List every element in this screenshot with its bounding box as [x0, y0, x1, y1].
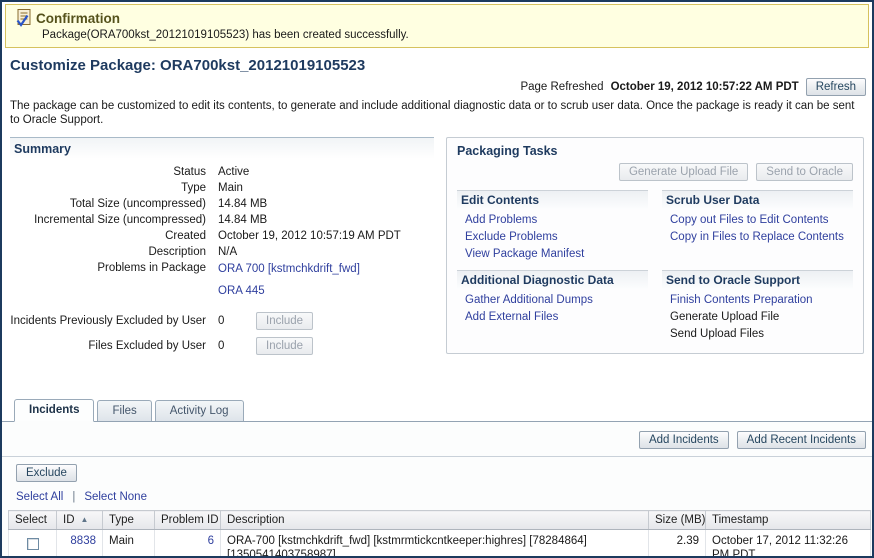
refresh-button[interactable]: Refresh	[806, 78, 866, 96]
field-value: 0	[218, 340, 256, 352]
tab-bar: Incidents Files Activity Log	[2, 389, 872, 422]
problem-link-ora445[interactable]: ORA 445	[218, 285, 265, 297]
field-value: 14.84 MB	[218, 198, 434, 210]
generate-upload-file-item: Generate Upload File	[662, 309, 853, 326]
add-problems-link[interactable]: Add Problems	[457, 212, 648, 229]
additional-diagnostic-data-group: Additional Diagnostic Data Gather Additi…	[457, 270, 648, 343]
include-incidents-button[interactable]: Include	[256, 312, 313, 330]
page-title: Customize Package: ORA700kst_20121019105…	[10, 57, 864, 74]
problem-id-link[interactable]: 6	[208, 535, 214, 547]
confirmation-banner: Confirmation Package(ORA700kst_201210191…	[5, 4, 869, 48]
tab-files[interactable]: Files	[97, 400, 151, 421]
incident-type-cell: Main	[103, 530, 155, 557]
incident-timestamp-cell: October 17, 2012 11:32:26 PM PDT	[706, 530, 871, 557]
field-value: 14.84 MB	[218, 214, 434, 226]
copy-in-files-link[interactable]: Copy in Files to Replace Contents	[662, 229, 853, 246]
summary-row-description: Description N/A	[10, 244, 434, 260]
column-header-timestamp[interactable]: Timestamp	[706, 511, 871, 530]
add-external-files-link[interactable]: Add External Files	[457, 309, 648, 326]
problem-link-ora700[interactable]: ORA 700 [kstmchkdrift_fwd]	[218, 263, 360, 275]
copy-out-files-link[interactable]: Copy out Files to Edit Contents	[662, 212, 853, 229]
generate-upload-file-button[interactable]: Generate Upload File	[619, 163, 748, 181]
packaging-tasks-section: Packaging Tasks Generate Upload File Sen…	[446, 137, 864, 354]
column-header-id[interactable]: ID▲	[57, 511, 103, 530]
column-header-description[interactable]: Description	[221, 511, 649, 530]
packaging-tasks-title: Packaging Tasks	[457, 144, 853, 158]
field-value: Main	[218, 182, 434, 194]
table-row: 8838 Main 6 ORA-700 [kstmchkdrift_fwd] […	[9, 530, 871, 557]
summary-title: Summary	[10, 137, 434, 164]
view-package-manifest-link[interactable]: View Package Manifest	[457, 246, 648, 263]
sort-ascending-icon: ▲	[81, 515, 89, 524]
add-incidents-button[interactable]: Add Incidents	[639, 431, 729, 449]
scrub-user-data-title: Scrub User Data	[662, 190, 853, 209]
summary-section: Summary Status Active Type Main Total Si…	[10, 137, 434, 358]
send-upload-files-item: Send Upload Files	[662, 326, 853, 343]
incident-size-cell: 2.39	[649, 530, 706, 557]
field-label: Created	[10, 230, 218, 242]
field-label: Description	[10, 246, 218, 258]
field-label: Type	[10, 182, 218, 194]
banner-message: Package(ORA700kst_20121019105523) has be…	[42, 29, 860, 41]
exclude-button[interactable]: Exclude	[16, 464, 77, 482]
finish-contents-preparation-link[interactable]: Finish Contents Preparation	[662, 292, 853, 309]
send-to-oracle-support-title: Send to Oracle Support	[662, 270, 853, 289]
banner-title: Confirmation	[36, 11, 120, 26]
page-description: The package can be customized to edit it…	[10, 99, 864, 127]
summary-row-total-size: Total Size (uncompressed) 14.84 MB	[10, 196, 434, 212]
send-to-oracle-support-group: Send to Oracle Support Finish Contents P…	[662, 270, 853, 343]
select-none-link[interactable]: Select None	[84, 491, 147, 503]
summary-row-incidents-excluded: Incidents Previously Excluded by User 0 …	[10, 308, 434, 333]
column-header-type[interactable]: Type	[103, 511, 155, 530]
tab-activity-log[interactable]: Activity Log	[155, 400, 244, 421]
add-recent-incidents-button[interactable]: Add Recent Incidents	[737, 431, 866, 449]
page-refreshed-time: October 19, 2012 10:57:22 AM PDT	[611, 81, 799, 93]
gather-additional-dumps-link[interactable]: Gather Additional Dumps	[457, 292, 648, 309]
field-label: Files Excluded by User	[10, 340, 218, 352]
page-refreshed-label: Page Refreshed	[520, 81, 603, 93]
incidents-table: Select ID▲ Type Problem ID Description S…	[8, 510, 871, 556]
field-value: Active	[218, 166, 434, 178]
exclude-problems-link[interactable]: Exclude Problems	[457, 229, 648, 246]
field-label: Status	[10, 166, 218, 178]
incident-select-checkbox[interactable]	[27, 538, 39, 550]
edit-contents-title: Edit Contents	[457, 190, 648, 209]
customize-package-page: Confirmation Package(ORA700kst_201210191…	[0, 0, 874, 558]
include-files-button[interactable]: Include	[256, 337, 313, 355]
summary-row-created: Created October 19, 2012 10:57:19 AM PDT	[10, 228, 434, 244]
field-value: N/A	[218, 246, 434, 258]
tab-incidents[interactable]: Incidents	[14, 399, 94, 422]
send-to-oracle-button[interactable]: Send to Oracle	[756, 163, 853, 181]
column-header-size[interactable]: Size (MB)	[649, 511, 706, 530]
field-label: Incremental Size (uncompressed)	[10, 214, 218, 226]
page-refreshed-row: Page Refreshed October 19, 2012 10:57:22…	[8, 78, 866, 96]
select-all-link[interactable]: Select All	[16, 491, 63, 503]
incidents-tab-panel: Add Incidents Add Recent Incidents Exclu…	[2, 422, 872, 556]
link-separator: |	[72, 491, 75, 503]
scrub-user-data-group: Scrub User Data Copy out Files to Edit C…	[662, 190, 853, 263]
column-header-problem-id[interactable]: Problem ID	[155, 511, 221, 530]
summary-row-files-excluded: Files Excluded by User 0 Include	[10, 333, 434, 358]
summary-row-problems: Problems in Package ORA 700 [kstmchkdrif…	[10, 260, 434, 308]
confirmation-icon	[14, 8, 34, 28]
summary-row-status: Status Active	[10, 164, 434, 180]
summary-row-type: Type Main	[10, 180, 434, 196]
incident-id-link[interactable]: 8838	[70, 535, 96, 547]
main-area: Summary Status Active Type Main Total Si…	[10, 137, 864, 389]
table-header-row: Select ID▲ Type Problem ID Description S…	[9, 511, 871, 530]
field-label: Problems in Package	[10, 262, 218, 274]
summary-row-incremental-size: Incremental Size (uncompressed) 14.84 MB	[10, 212, 434, 228]
incident-description-cell: ORA-700 [kstmchkdrift_fwd] [kstmrmtickcn…	[221, 530, 649, 557]
field-value: October 19, 2012 10:57:19 AM PDT	[218, 230, 434, 242]
column-header-select: Select	[9, 511, 57, 530]
field-label: Incidents Previously Excluded by User	[10, 315, 218, 327]
edit-contents-group: Edit Contents Add Problems Exclude Probl…	[457, 190, 648, 263]
additional-diagnostic-data-title: Additional Diagnostic Data	[457, 270, 648, 289]
field-value: 0	[218, 315, 256, 327]
field-label: Total Size (uncompressed)	[10, 198, 218, 210]
